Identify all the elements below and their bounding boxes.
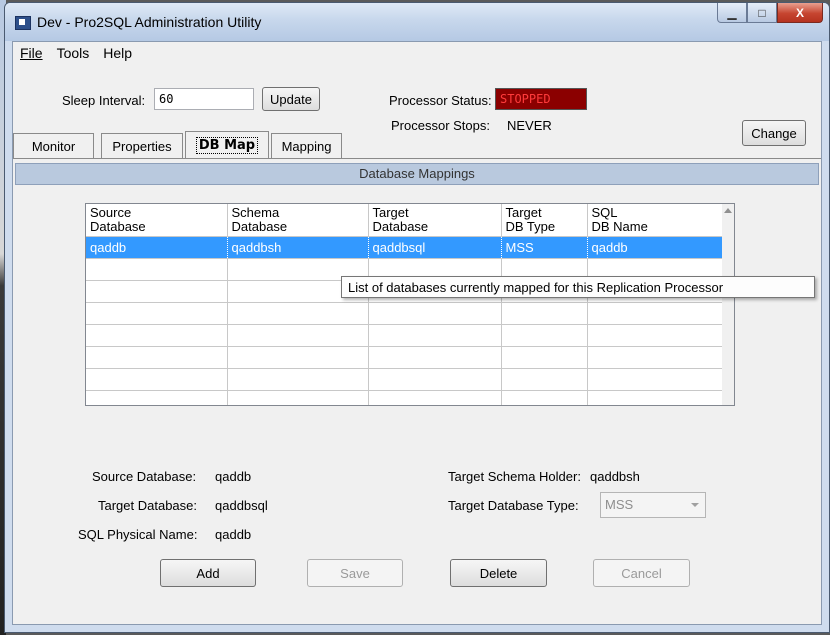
column-header-source-database[interactable]: Source Database [86, 204, 228, 237]
mappings-table: Source Database Schema Database Target Data… [86, 204, 725, 405]
table-row[interactable] [86, 302, 725, 325]
menu-tools[interactable]: Tools [50, 45, 97, 61]
sleep-interval-input[interactable]: 60 [154, 88, 254, 110]
cell-source-database: qaddb [86, 236, 228, 259]
processor-stops-value: NEVER [507, 118, 552, 133]
tab-properties-label: Properties [112, 139, 172, 154]
save-button[interactable]: Save [307, 559, 403, 587]
source-database-value: qaddb [215, 469, 252, 484]
table-row[interactable] [86, 368, 725, 391]
minimize-button[interactable]: ▁ [717, 3, 747, 23]
sleep-interval-label: Sleep Interval: [62, 93, 146, 108]
window-controls: ▁ □ X [717, 3, 823, 23]
cell-target-db-type: MSS [501, 236, 588, 259]
delete-button[interactable]: Delete [450, 559, 547, 587]
column-header-target-db-type[interactable]: Target DB Type [501, 204, 588, 237]
tab-db-map-label: DB Map [195, 137, 259, 154]
processor-stops-label: Processor Stops: [391, 118, 490, 133]
tab-monitor[interactable]: Monitor [13, 133, 94, 159]
tab-mapping-label: Mapping [281, 139, 332, 154]
table-row[interactable] [86, 346, 725, 369]
grid-tooltip: List of databases currently mapped for t… [341, 276, 815, 298]
change-button[interactable]: Change [742, 120, 806, 146]
column-header-sql-db-name[interactable]: SQL DB Name [587, 204, 725, 237]
window-title: Dev - Pro2SQL Administration Utility [37, 14, 262, 30]
cell-target-database: qaddbsql [368, 236, 502, 259]
menu-bar: File Tools Help [13, 42, 821, 64]
target-db-type-value: MSS [605, 497, 634, 512]
table-row[interactable]: qaddb qaddbsh qaddbsql MSS qaddb [86, 236, 725, 259]
menu-file[interactable]: File [13, 45, 50, 61]
table-row[interactable] [86, 324, 725, 347]
target-database-value: qaddbsql [215, 498, 268, 513]
sql-physical-name-value: qaddb [215, 527, 252, 542]
target-database-label: Target Database: [98, 498, 198, 513]
target-db-type-select[interactable]: MSS [600, 492, 706, 518]
app-icon [15, 16, 31, 30]
column-header-schema-database[interactable]: Schema Database [227, 204, 369, 237]
tab-properties[interactable]: Properties [101, 133, 183, 159]
scroll-up-arrow-icon[interactable] [724, 208, 732, 213]
tab-db-map[interactable]: DB Map [185, 131, 269, 159]
update-button[interactable]: Update [262, 87, 320, 111]
processor-status-label: Processor Status: [389, 93, 492, 108]
table-header-row: Source Database Schema Database Target Data… [86, 204, 725, 237]
panel-title: Database Mappings [15, 163, 819, 185]
chevron-down-icon [691, 503, 699, 507]
table-row[interactable] [86, 390, 725, 405]
close-button[interactable]: X [777, 3, 823, 23]
maximize-button[interactable]: □ [747, 3, 777, 23]
add-button[interactable]: Add [160, 559, 256, 587]
app-window: Dev - Pro2SQL Administration Utility ▁ □… [4, 2, 830, 633]
processor-status-value: STOPPED [495, 88, 587, 110]
menu-help[interactable]: Help [96, 45, 139, 61]
tab-monitor-label: Monitor [31, 139, 76, 154]
mappings-grid[interactable]: Source Database Schema Database Target Data… [85, 203, 735, 406]
sql-physical-name-label: SQL Physical Name: [78, 527, 198, 542]
source-database-label: Source Database: [92, 469, 197, 484]
target-schema-holder-value: qaddbsh [590, 469, 640, 484]
target-schema-holder-label: Target Schema Holder: [448, 469, 581, 484]
cancel-button[interactable]: Cancel [593, 559, 690, 587]
column-header-target-database[interactable]: Target Database [368, 204, 502, 237]
cell-sql-db-name: qaddb [587, 236, 725, 259]
client-area: File Tools Help Sleep Interval: 60 Updat… [12, 41, 822, 625]
tab-mapping[interactable]: Mapping [271, 133, 342, 159]
title-bar[interactable]: Dev - Pro2SQL Administration Utility ▁ □… [5, 3, 829, 41]
target-db-type-label: Target Database Type: [448, 498, 579, 513]
grid-scrollbar[interactable] [722, 204, 734, 405]
cell-schema-database: qaddbsh [227, 236, 369, 259]
db-map-panel: Database Mappings Source Database Schema D… [13, 158, 821, 624]
